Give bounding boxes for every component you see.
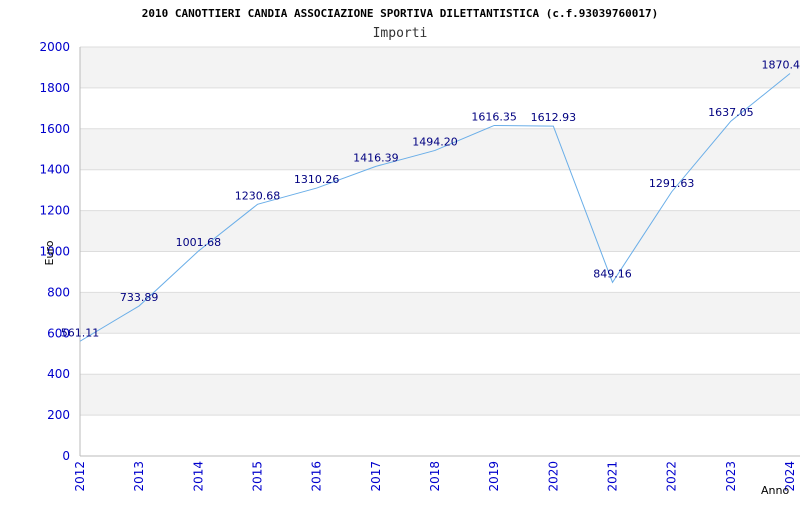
data-label: 1291.63 [649, 177, 695, 190]
x-tick-label: 2014 [191, 461, 205, 492]
x-tick-label: 2019 [487, 461, 501, 492]
chart: 0200400600800100012001400160018002000 20… [0, 0, 800, 500]
data-label: 1612.93 [531, 111, 577, 124]
data-label: 1870.4 [762, 59, 800, 72]
chart-subtitle: Importi [373, 26, 428, 41]
data-label: 561.11 [61, 326, 100, 339]
y-tick-label: 1800 [39, 81, 70, 95]
chart-svg: 0200400600800100012001400160018002000 20… [0, 0, 800, 500]
x-tick-label: 2013 [132, 461, 146, 492]
y-tick-label: 1200 [39, 204, 70, 218]
y-tick-label: 0 [62, 449, 70, 463]
x-tick-label: 2012 [73, 461, 87, 492]
data-label: 1416.39 [353, 151, 399, 164]
grid-band [80, 47, 800, 88]
data-label: 1001.68 [176, 236, 222, 249]
data-label: 1616.35 [471, 110, 517, 123]
x-tick-label: 2016 [310, 461, 324, 492]
grid-band [80, 374, 800, 415]
data-label: 1494.20 [412, 135, 458, 148]
x-tick-labels: 2012 2013 2014 2015 2016 2017 2018 2019 2020 2021… [73, 461, 797, 492]
x-tick-label: 2015 [251, 461, 265, 492]
x-tick-label: 2017 [369, 461, 383, 492]
data-label: 1637.05 [708, 106, 754, 119]
y-tick-label: 400 [47, 367, 70, 381]
chart-title: 2010 CANOTTIERI CANDIA ASSOCIAZIONE SPOR… [142, 7, 659, 20]
data-label: 733.89 [120, 291, 159, 304]
y-axis-title: Euro [43, 240, 56, 265]
x-tick-label: 2018 [428, 461, 442, 492]
y-tick-label: 2000 [39, 40, 70, 54]
x-tick-label: 2021 [606, 461, 620, 492]
data-label: 1230.68 [235, 189, 281, 202]
background-bands [80, 47, 800, 415]
x-tick-label: 2022 [665, 461, 679, 492]
y-tick-label: 200 [47, 408, 70, 422]
x-tick-label: 2020 [546, 461, 560, 492]
x-axis-title: Anno [761, 484, 789, 497]
data-label: 849.16 [593, 267, 632, 280]
y-tick-label: 1400 [39, 163, 70, 177]
y-tick-label: 800 [47, 285, 70, 299]
grid-band [80, 292, 800, 333]
x-tick-label: 2023 [724, 461, 738, 492]
y-tick-label: 1600 [39, 122, 70, 136]
data-label: 1310.26 [294, 173, 340, 186]
